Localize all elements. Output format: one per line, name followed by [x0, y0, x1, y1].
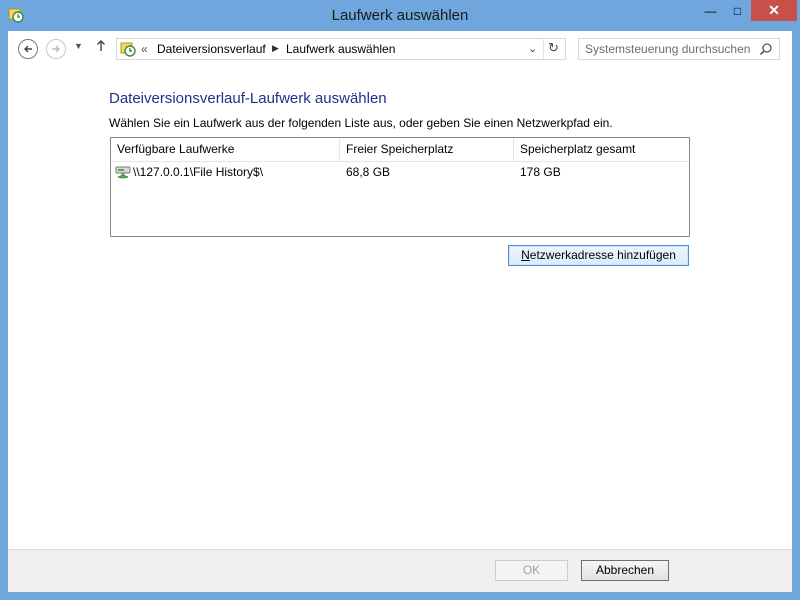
close-icon: ✕: [768, 2, 780, 18]
search-input[interactable]: [585, 42, 755, 56]
close-button[interactable]: ✕: [751, 0, 797, 21]
list-item[interactable]: \\127.0.0.1\File History$\ 68,8 GB 178 G…: [111, 162, 689, 182]
network-drive-icon: [115, 166, 131, 179]
column-header-total-space[interactable]: Speicherplatz gesamt: [514, 138, 689, 161]
column-header-free-space[interactable]: Freier Speicherplatz: [340, 138, 514, 161]
window-title: Laufwerk auswählen: [331, 7, 469, 24]
drive-list[interactable]: Verfügbare Laufwerke Freier Speicherplat…: [110, 137, 690, 237]
forward-button[interactable]: [46, 39, 66, 59]
minimize-icon: —: [704, 3, 717, 18]
ok-button[interactable]: OK: [495, 560, 568, 581]
navigation-bar: ▼ « Dateiversionsverlauf ▶ Laufwerk ausw…: [8, 31, 792, 69]
free-space-cell: 68,8 GB: [346, 165, 391, 179]
add-network-location-button[interactable]: Netzwerkadresse hinzufügen: [508, 245, 689, 266]
minimize-button[interactable]: —: [697, 0, 724, 21]
list-header: Verfügbare Laufwerke Freier Speicherplat…: [111, 138, 689, 162]
maximize-button[interactable]: □: [724, 0, 751, 21]
client-area: ▼ « Dateiversionsverlauf ▶ Laufwerk ausw…: [8, 31, 792, 592]
chevron-down-icon: ▼: [74, 41, 83, 51]
file-history-icon: [120, 42, 136, 57]
add-network-location-label: etzwerkadresse hinzufügen: [529, 248, 676, 262]
add-network-location-mnemonic: N: [521, 248, 530, 262]
address-dropdown-icon[interactable]: ⌄: [528, 42, 537, 55]
search-icon[interactable]: [759, 42, 773, 56]
breadcrumb-file-history[interactable]: Dateiversionsverlauf: [157, 42, 266, 56]
titlebar[interactable]: Laufwerk auswählen — □ ✕: [0, 0, 800, 31]
address-divider: [543, 39, 544, 59]
up-button[interactable]: [96, 39, 106, 56]
breadcrumb-select-drive[interactable]: Laufwerk auswählen: [286, 42, 395, 56]
back-button[interactable]: [18, 39, 38, 59]
drive-name: \\127.0.0.1\File History$\: [133, 165, 264, 179]
instructions-text: Wählen Sie ein Laufwerk aus der folgende…: [109, 116, 613, 130]
forward-arrow-icon: [52, 45, 60, 53]
address-bar[interactable]: « Dateiversionsverlauf ▶ Laufwerk auswäh…: [116, 38, 566, 60]
up-arrow-icon: [97, 40, 105, 51]
breadcrumb-separator-icon[interactable]: ▶: [272, 43, 279, 54]
dialog-footer: OK Abbrechen: [8, 549, 792, 592]
maximize-icon: □: [733, 3, 742, 18]
total-space-cell: 178 GB: [520, 165, 561, 179]
column-header-drives[interactable]: Verfügbare Laufwerke: [111, 138, 340, 161]
drive-name-cell: \\127.0.0.1\File History$\: [115, 162, 263, 182]
window: Laufwerk auswählen — □ ✕ ▼ « Dateiversio…: [0, 0, 800, 600]
search-box[interactable]: [578, 38, 780, 60]
page-title: Dateiversionsverlauf-Laufwerk auswählen: [109, 90, 387, 107]
refresh-icon[interactable]: ↻: [548, 40, 559, 56]
recent-locations-button[interactable]: ▼: [74, 41, 83, 51]
back-arrow-icon: [24, 45, 32, 53]
cancel-button[interactable]: Abbrechen: [581, 560, 669, 581]
breadcrumb-overflow[interactable]: «: [141, 42, 148, 56]
